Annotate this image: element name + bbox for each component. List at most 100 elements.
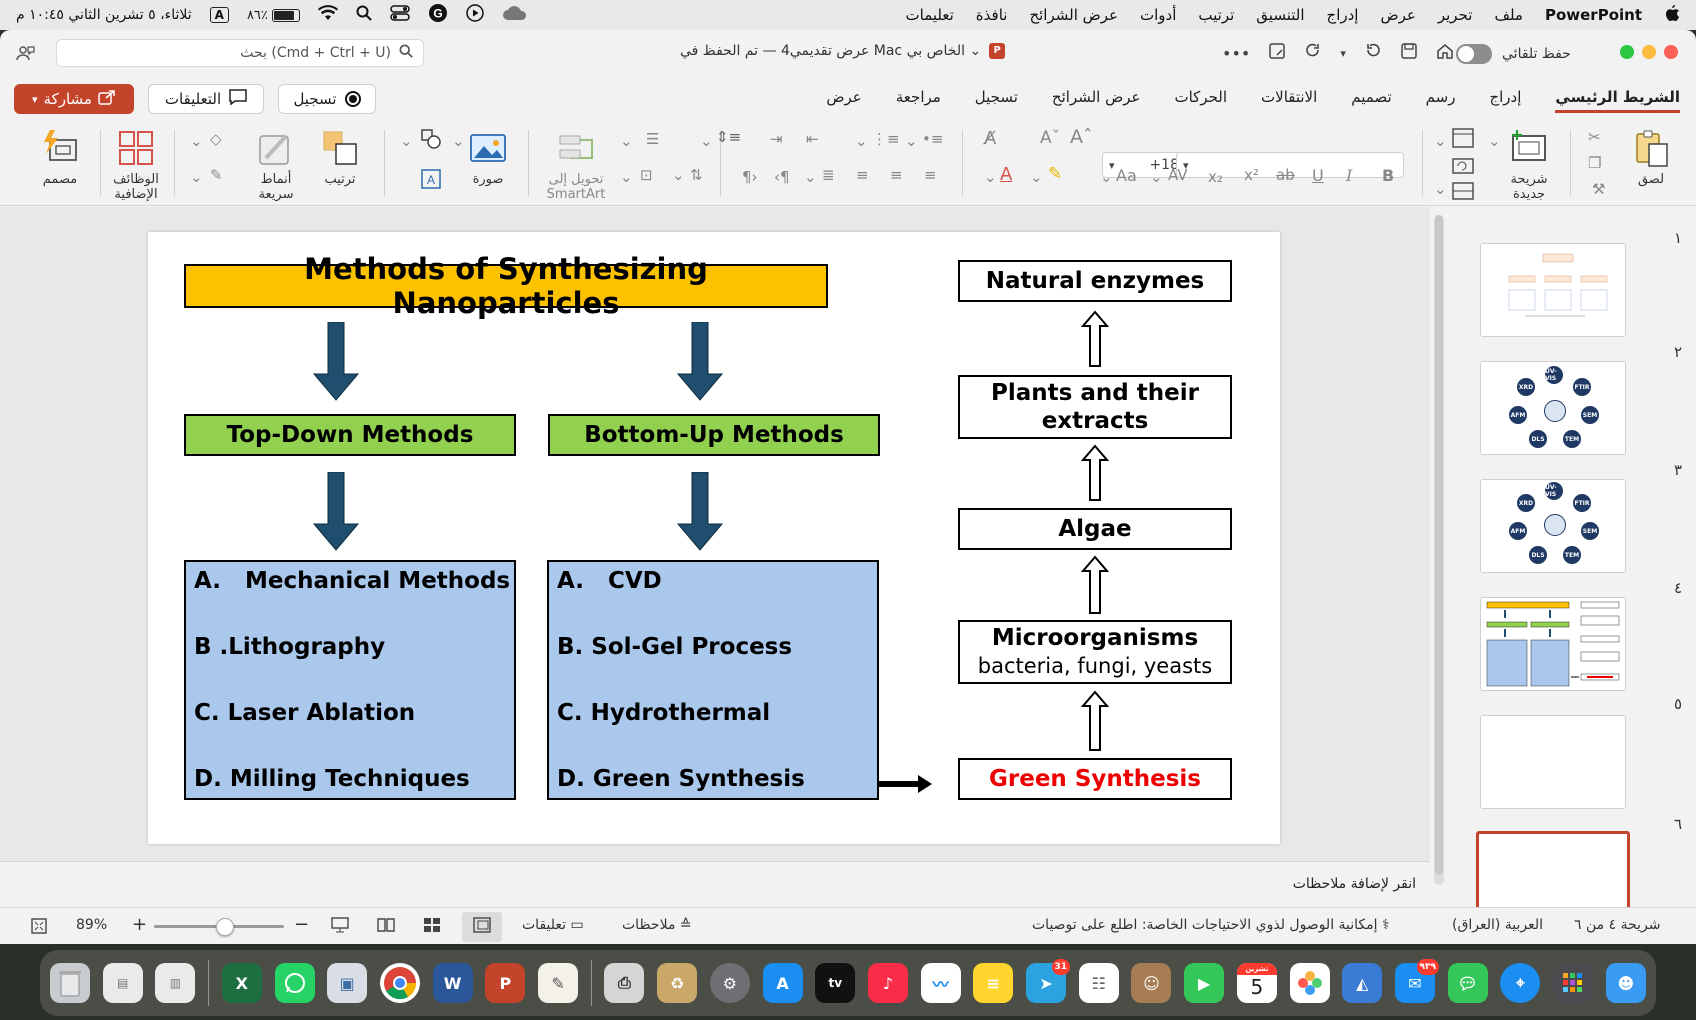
plants-box[interactable]: Plants and their extracts bbox=[958, 375, 1232, 439]
addins-button[interactable]: الوظائف الإضافية bbox=[108, 120, 164, 202]
notes-area[interactable]: انقر لإضافة ملاحظات bbox=[0, 861, 1430, 907]
bullets-icon[interactable]: •≡ bbox=[922, 130, 943, 148]
align-text-icon[interactable]: ⊡ bbox=[640, 166, 653, 184]
notes-app-icon[interactable]: ≡ bbox=[973, 963, 1014, 1003]
ltr-direction-icon[interactable]: ‹¶ bbox=[774, 168, 790, 186]
redo-icon[interactable] bbox=[1304, 42, 1322, 64]
rtl-direction-icon[interactable]: ¶› bbox=[742, 168, 758, 186]
menu-app-name[interactable]: PowerPoint bbox=[1545, 6, 1642, 24]
designer-button[interactable]: مصمم bbox=[34, 120, 86, 187]
more-options-button[interactable]: ••• bbox=[1222, 44, 1250, 63]
bold-icon[interactable]: B bbox=[1382, 166, 1394, 185]
green-synthesis-box[interactable]: Green Synthesis bbox=[958, 758, 1232, 800]
telegram-icon[interactable]: ➤ 31 bbox=[1026, 959, 1071, 1003]
chevron-down-icon[interactable]: ⌄ bbox=[1434, 180, 1447, 198]
maps-icon[interactable]: ◭ bbox=[1342, 963, 1383, 1003]
fill-color-icon[interactable]: ◇ bbox=[210, 130, 222, 148]
word-icon[interactable]: W bbox=[432, 963, 473, 1003]
input-source-indicator[interactable]: A bbox=[209, 7, 229, 23]
chevron-down-icon[interactable]: ▾ bbox=[1340, 47, 1346, 60]
tab-home[interactable]: الشريط الرئيسي bbox=[1555, 84, 1680, 113]
layout-icon[interactable] bbox=[1452, 128, 1474, 152]
decrease-font-icon[interactable]: Aˇ bbox=[1040, 128, 1060, 148]
clear-formatting-icon[interactable]: A̸ bbox=[984, 128, 996, 149]
fit-to-window-icon[interactable] bbox=[30, 917, 48, 939]
search-input[interactable]: بحث (Cmd + Ctrl + U) bbox=[56, 39, 424, 67]
chevron-down-icon[interactable]: ⌄ bbox=[1434, 132, 1447, 150]
character-spacing-icon[interactable]: AV bbox=[1168, 166, 1188, 184]
slide-thumbnail-2[interactable]: UV-VIS FTIR SEM TEM DLS AFM XRD bbox=[1480, 361, 1626, 455]
zoom-window-button[interactable] bbox=[1620, 45, 1634, 59]
superscript-icon[interactable]: x² bbox=[1244, 166, 1259, 184]
top-down-heading[interactable]: Top-Down Methods bbox=[184, 414, 516, 456]
minimize-window-button[interactable] bbox=[1642, 45, 1656, 59]
microorganisms-box[interactable]: Microorganisms bacteria, fungi, yeasts bbox=[958, 620, 1232, 684]
picture-button[interactable]: صورة bbox=[462, 120, 514, 187]
textedit-icon[interactable]: ✎ bbox=[538, 963, 579, 1003]
outline-color-icon[interactable]: ✎ bbox=[210, 166, 223, 184]
chevron-down-icon[interactable]: ⌄ bbox=[190, 132, 203, 150]
apple-tv-icon[interactable]: tv bbox=[815, 963, 856, 1003]
home-icon[interactable] bbox=[1436, 42, 1454, 64]
slide-thumbnail-5[interactable] bbox=[1480, 715, 1626, 809]
chevron-down-icon[interactable]: ⌄ bbox=[672, 166, 685, 184]
accessibility-status[interactable]: إمكانية الوصول لذوي الاحتياجات الخاصة: ا… bbox=[1032, 917, 1390, 933]
zoom-slider-handle[interactable] bbox=[216, 918, 234, 936]
chevron-down-icon[interactable]: ⌄ bbox=[1100, 168, 1113, 186]
recycle-icon[interactable]: ♻ bbox=[657, 963, 698, 1003]
autosave-control[interactable]: حفظ تلقائي bbox=[1456, 44, 1571, 64]
algae-box[interactable]: Algae bbox=[958, 508, 1232, 550]
calendar-icon[interactable]: تشرين الثاني 5 bbox=[1236, 963, 1277, 1003]
document-preview-icon[interactable]: ▥ bbox=[155, 963, 196, 1003]
tab-transitions[interactable]: الانتقالات bbox=[1261, 84, 1317, 113]
tab-record[interactable]: تسجيل bbox=[975, 84, 1018, 113]
battery-status[interactable]: ٨٦٪ bbox=[247, 8, 300, 23]
top-down-list[interactable]: A. Mechanical Methods B .Lithography C. … bbox=[184, 560, 516, 800]
arrange-button[interactable]: ترتيب bbox=[312, 120, 368, 187]
quick-styles-button[interactable]: أنماط سريعة bbox=[248, 120, 304, 202]
chevron-down-icon[interactable]: ⌄ bbox=[804, 168, 817, 186]
launchpad-icon[interactable] bbox=[1553, 963, 1594, 1003]
justify-icon[interactable]: ≣ bbox=[822, 166, 835, 184]
share-button[interactable]: ▾ مشاركة bbox=[14, 84, 134, 114]
menu-arrange[interactable]: ترتيب bbox=[1198, 6, 1234, 24]
document-title[interactable]: عرض تقديمي4 — تم الحفظ في Mac الخاص بي ⌄… bbox=[680, 43, 1006, 59]
tab-draw[interactable]: رسم bbox=[1426, 84, 1456, 113]
chevron-down-icon[interactable]: ⌄ bbox=[620, 168, 633, 186]
facetime-icon[interactable]: ▶ bbox=[1184, 963, 1225, 1003]
menu-tools[interactable]: أدوات bbox=[1140, 6, 1176, 24]
textbox-icon[interactable]: A bbox=[420, 168, 442, 194]
whatsapp-icon[interactable] bbox=[274, 963, 315, 1003]
chevron-down-icon[interactable]: ⌄ bbox=[400, 132, 413, 150]
slide-sorter-icon[interactable] bbox=[422, 916, 442, 938]
normal-view-icon[interactable] bbox=[462, 912, 502, 942]
trash-icon[interactable] bbox=[50, 963, 90, 1003]
section-icon[interactable] bbox=[1452, 182, 1474, 204]
finder-icon[interactable]: ☻ bbox=[1605, 963, 1646, 1003]
slide-thumbnail-1[interactable] bbox=[1480, 243, 1626, 337]
slideshow-view-icon[interactable] bbox=[330, 916, 350, 938]
powerpoint-icon[interactable]: P bbox=[485, 963, 526, 1003]
increase-font-icon[interactable]: Aˆ bbox=[1070, 126, 1093, 148]
align-center-icon[interactable]: ≡ bbox=[890, 166, 903, 184]
chevron-down-icon[interactable]: ⌄ bbox=[620, 132, 633, 150]
text-direction-icon[interactable]: ⇅ bbox=[690, 166, 703, 184]
messages-icon[interactable]: 💬︎ bbox=[1447, 963, 1488, 1003]
increase-indent-icon[interactable]: ⇥ bbox=[770, 130, 783, 148]
control-center-icon[interactable] bbox=[390, 5, 410, 25]
preview-app-icon[interactable]: ▣ bbox=[327, 963, 368, 1003]
numbering-icon[interactable]: ⋮≡ bbox=[872, 130, 900, 148]
undo-icon[interactable] bbox=[1364, 42, 1382, 64]
align-left-icon[interactable]: ≡ bbox=[924, 166, 937, 184]
reminders-icon[interactable]: ☷ bbox=[1078, 963, 1119, 1003]
chevron-down-icon[interactable]: ⌄ bbox=[190, 168, 203, 186]
menu-view[interactable]: عرض bbox=[1380, 6, 1415, 24]
chevron-down-icon[interactable]: ⌄ bbox=[700, 132, 713, 150]
search-icon[interactable] bbox=[356, 5, 372, 25]
chevron-down-icon[interactable]: ⌄ bbox=[984, 168, 997, 186]
line-spacing-icon[interactable]: ⇕≡ bbox=[716, 128, 741, 146]
document-preview-icon[interactable]: ▤ bbox=[102, 963, 143, 1003]
zoom-out-button[interactable]: − bbox=[294, 914, 309, 935]
autosave-toggle[interactable] bbox=[1456, 44, 1492, 64]
grammarly-icon[interactable]: G bbox=[428, 3, 448, 27]
